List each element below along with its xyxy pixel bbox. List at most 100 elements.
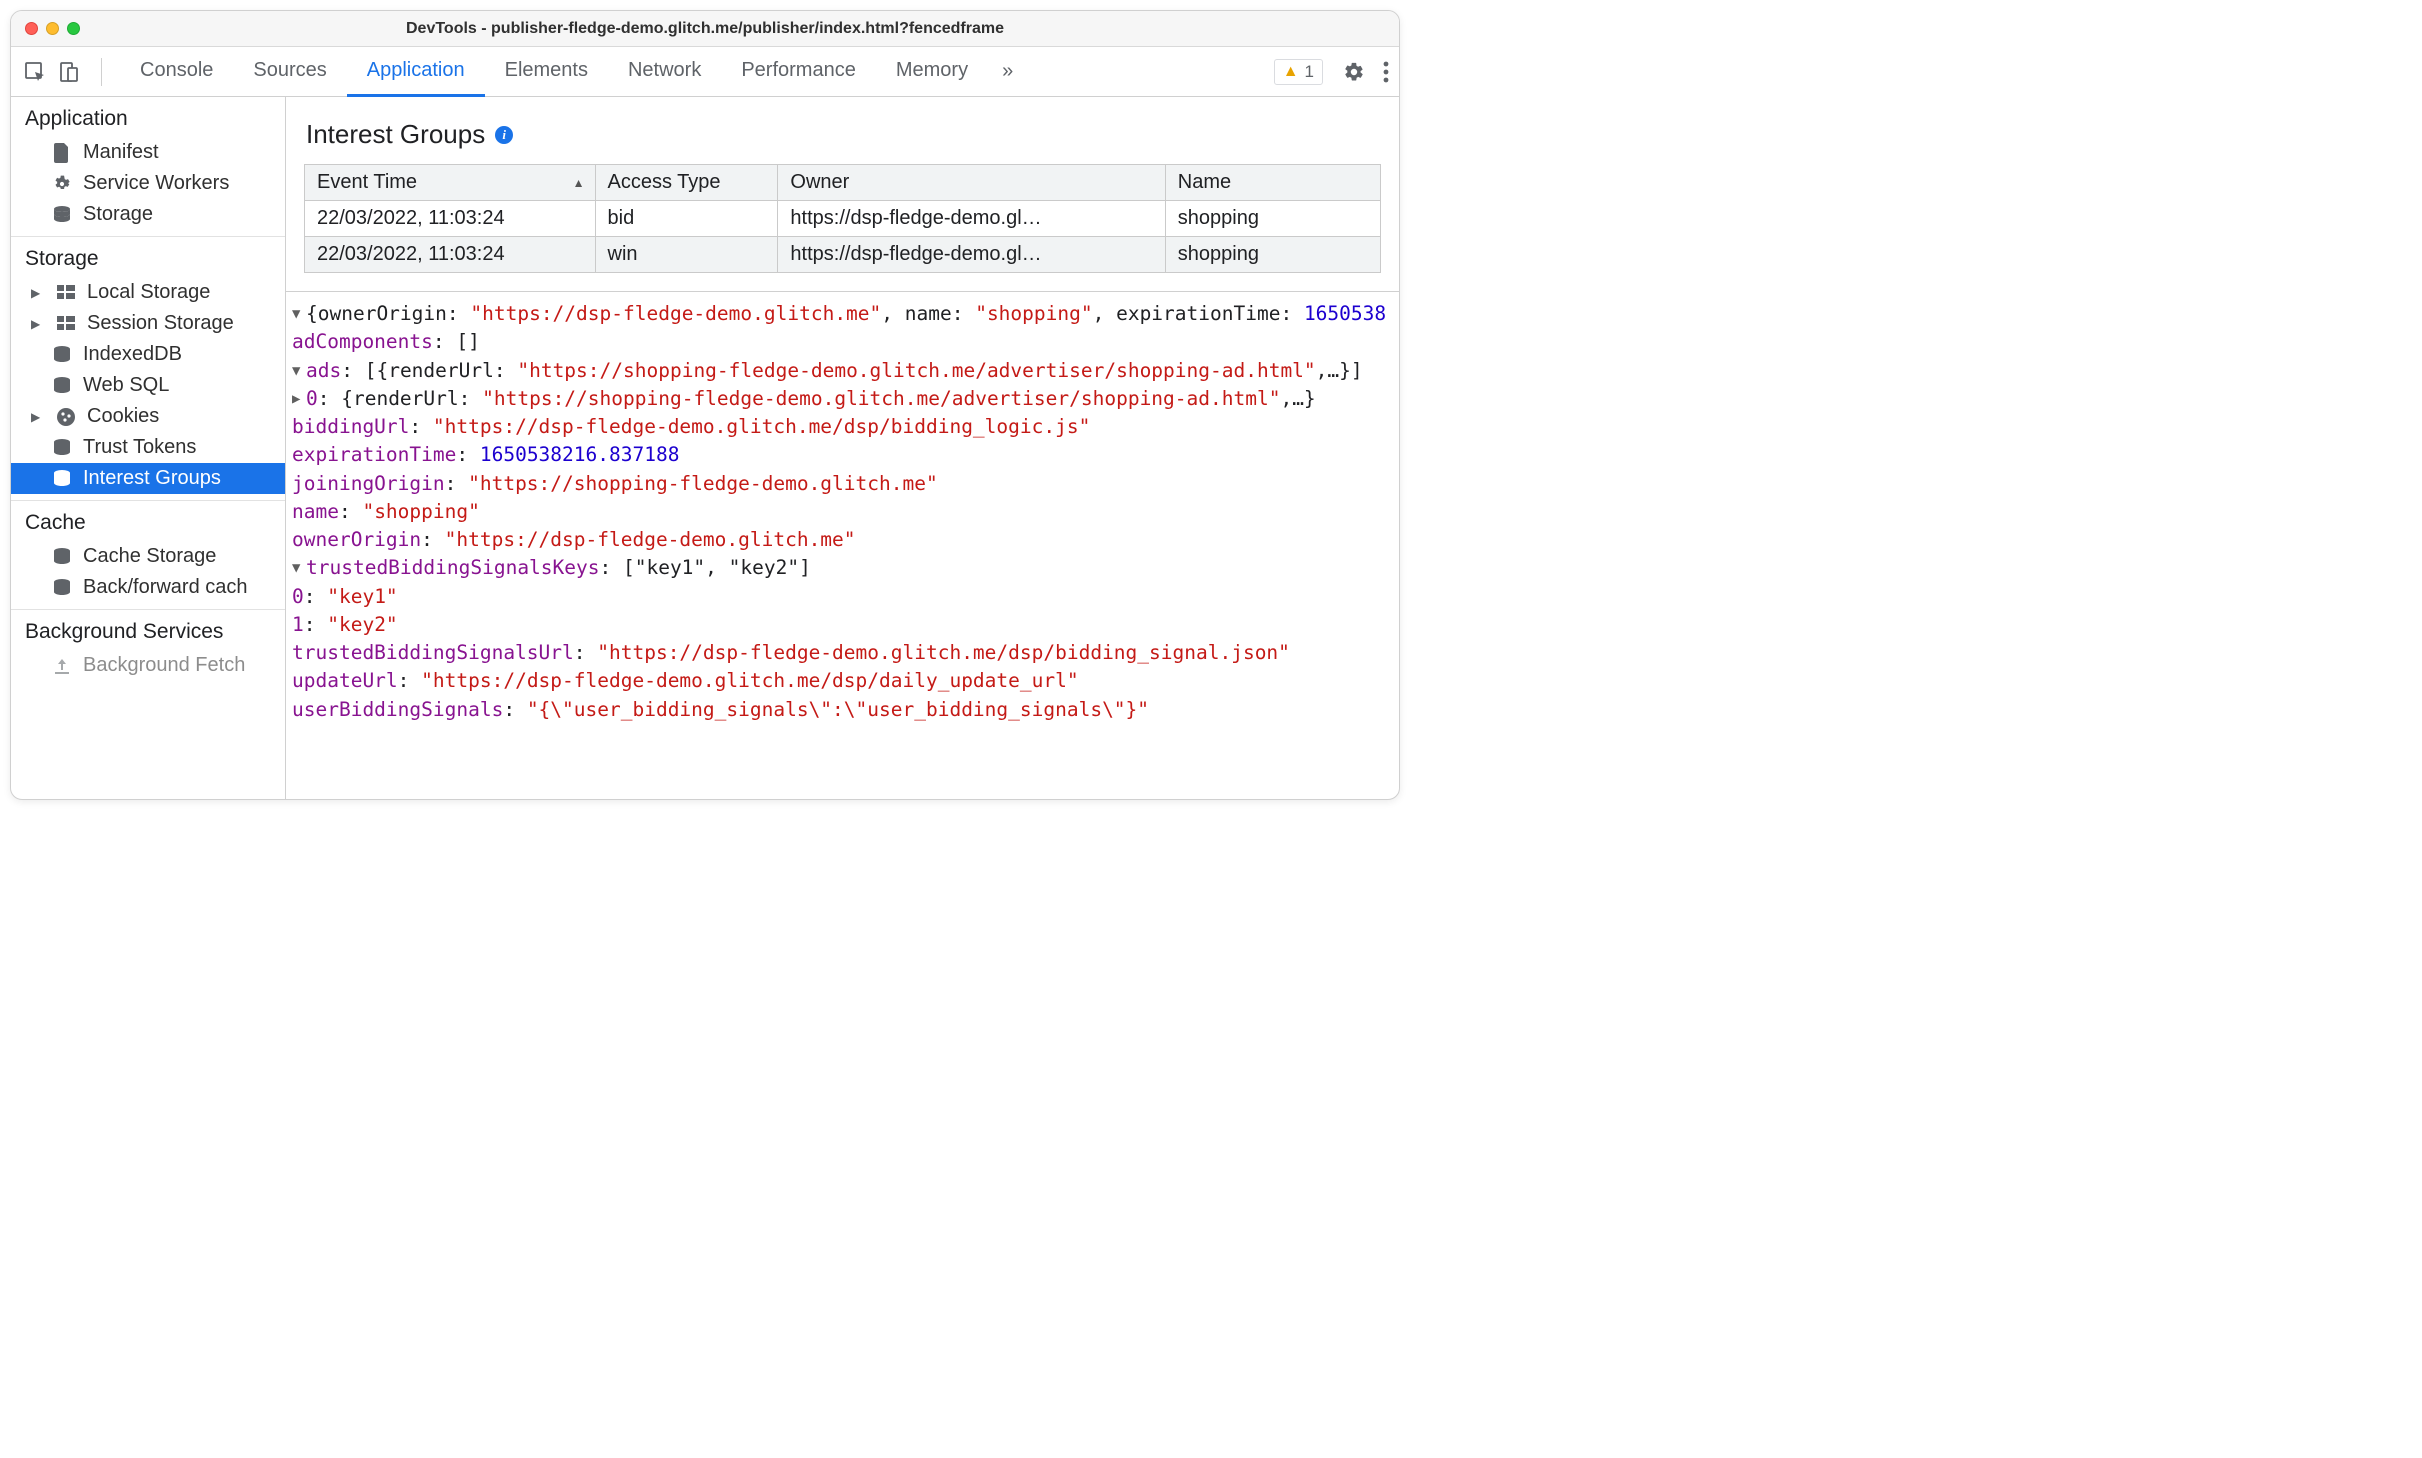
sidebar-item-label: Background Fetch: [83, 654, 245, 677]
titlebar: DevTools - publisher-fledge-demo.glitch.…: [11, 11, 1399, 47]
separator: [101, 58, 102, 86]
sidebar-item-label: Manifest: [83, 141, 159, 164]
cell-owner: https://dsp-fledge-demo.gl…: [778, 237, 1165, 273]
sidebar-item-interest-groups[interactable]: Interest Groups: [11, 463, 285, 494]
application-sidebar: Application Manifest Service Workers Sto…: [11, 97, 286, 799]
interest-groups-table: Event Time▲ Access Type Owner Name 22/03…: [304, 164, 1381, 273]
column-name[interactable]: Name: [1165, 165, 1380, 201]
device-toolbar-icon[interactable]: [55, 58, 83, 86]
database-icon: [51, 468, 73, 490]
sidebar-section-background: Background Services: [11, 610, 285, 650]
table-row[interactable]: 22/03/2022, 11:03:24 win https://dsp-fle…: [305, 237, 1381, 273]
json-key: updateUrl: [292, 669, 398, 692]
info-icon[interactable]: i: [495, 126, 513, 144]
sidebar-section-cache: Cache: [11, 501, 285, 541]
json-key: joiningOrigin: [292, 472, 445, 495]
json-key: ownerOrigin: [292, 528, 421, 551]
json-key: biddingUrl: [292, 415, 409, 438]
warning-count: 1: [1305, 62, 1314, 82]
json-key: userBiddingSignals: [292, 698, 503, 721]
expand-arrow-icon: ▶: [31, 286, 45, 300]
sidebar-item-label: Interest Groups: [83, 467, 221, 490]
disclosure-triangle-icon[interactable]: ▼: [292, 558, 306, 578]
sidebar-item-label: Cookies: [87, 405, 159, 428]
main-panel: Interest Groups i Event Time▲ Access Typ…: [286, 97, 1399, 799]
tabbar: Console Sources Application Elements Net…: [11, 47, 1399, 97]
column-access-type[interactable]: Access Type: [595, 165, 778, 201]
expand-arrow-icon: ▶: [31, 317, 45, 331]
sidebar-item-websql[interactable]: Web SQL: [11, 370, 285, 401]
tab-elements[interactable]: Elements: [485, 47, 608, 97]
tab-network[interactable]: Network: [608, 47, 721, 97]
sidebar-item-label: IndexedDB: [83, 343, 182, 366]
sidebar-item-trust-tokens[interactable]: Trust Tokens: [11, 432, 285, 463]
sidebar-item-label: Storage: [83, 203, 153, 226]
sidebar-item-label: Trust Tokens: [83, 436, 196, 459]
traffic-lights: [25, 22, 80, 35]
sidebar-section-storage: Storage: [11, 237, 285, 277]
sidebar-item-indexeddb[interactable]: IndexedDB: [11, 339, 285, 370]
sidebar-item-cookies[interactable]: ▶ Cookies: [11, 401, 285, 432]
cell-access: bid: [595, 201, 778, 237]
column-owner[interactable]: Owner: [778, 165, 1165, 201]
table-row[interactable]: 22/03/2022, 11:03:24 bid https://dsp-fle…: [305, 201, 1381, 237]
cell-time: 22/03/2022, 11:03:24: [305, 237, 596, 273]
json-key: trustedBiddingSignalsUrl: [292, 641, 574, 664]
disclosure-triangle-icon[interactable]: ▼: [292, 304, 306, 324]
tab-sources[interactable]: Sources: [233, 47, 346, 97]
inspect-element-icon[interactable]: [21, 58, 49, 86]
disclosure-triangle-icon[interactable]: ▶: [292, 389, 306, 409]
panel-heading: Interest Groups i: [286, 97, 1399, 164]
document-icon: [51, 142, 73, 164]
cookie-icon: [55, 406, 77, 428]
close-window-button[interactable]: [25, 22, 38, 35]
maximize-window-button[interactable]: [67, 22, 80, 35]
sidebar-item-storage-overview[interactable]: Storage: [11, 199, 285, 230]
settings-icon[interactable]: [1343, 61, 1365, 83]
sidebar-item-cache-storage[interactable]: Cache Storage: [11, 541, 285, 572]
cell-name: shopping: [1165, 201, 1380, 237]
sort-indicator-icon: ▲: [573, 176, 585, 190]
database-icon: [51, 344, 73, 366]
cell-access: win: [595, 237, 778, 273]
tab-memory[interactable]: Memory: [876, 47, 988, 97]
expand-arrow-icon: ▶: [31, 410, 45, 424]
column-event-time[interactable]: Event Time▲: [305, 165, 596, 201]
grid-icon: [55, 282, 77, 304]
sidebar-item-background-fetch[interactable]: Background Fetch: [11, 650, 285, 681]
database-icon: [51, 437, 73, 459]
content: Application Manifest Service Workers Sto…: [11, 97, 1399, 799]
minimize-window-button[interactable]: [46, 22, 59, 35]
json-key: 1: [292, 613, 304, 636]
disclosure-triangle-icon[interactable]: ▼: [292, 361, 306, 381]
json-key: adComponents: [292, 330, 433, 353]
panel-title: Interest Groups: [306, 119, 485, 150]
json-key: name: [292, 500, 339, 523]
tabs-overflow-button[interactable]: »: [988, 60, 1027, 83]
warning-icon: ▲: [1283, 63, 1299, 81]
sidebar-item-label: Session Storage: [87, 312, 234, 335]
sidebar-item-label: Local Storage: [87, 281, 210, 304]
database-icon: [51, 577, 73, 599]
json-key: ads: [306, 359, 341, 382]
json-key: trustedBiddingSignalsKeys: [306, 556, 600, 579]
upload-icon: [51, 655, 73, 677]
cell-name: shopping: [1165, 237, 1380, 273]
database-icon: [51, 375, 73, 397]
tab-performance[interactable]: Performance: [721, 47, 876, 97]
sidebar-item-service-workers[interactable]: Service Workers: [11, 168, 285, 199]
grid-icon: [55, 313, 77, 335]
sidebar-item-manifest[interactable]: Manifest: [11, 137, 285, 168]
sidebar-item-session-storage[interactable]: ▶ Session Storage: [11, 308, 285, 339]
tab-console[interactable]: Console: [120, 47, 233, 97]
tab-application[interactable]: Application: [347, 47, 485, 97]
devtools-window: DevTools - publisher-fledge-demo.glitch.…: [10, 10, 1400, 800]
cell-time: 22/03/2022, 11:03:24: [305, 201, 596, 237]
sidebar-item-local-storage[interactable]: ▶ Local Storage: [11, 277, 285, 308]
sidebar-section-application: Application: [11, 97, 285, 137]
more-options-icon[interactable]: [1383, 61, 1389, 83]
sidebar-item-bfcache[interactable]: Back/forward cach: [11, 572, 285, 603]
panel-tabs: Console Sources Application Elements Net…: [120, 47, 1027, 97]
detail-json-tree[interactable]: ▼{ownerOrigin: "https://dsp-fledge-demo.…: [286, 291, 1399, 734]
warnings-badge[interactable]: ▲ 1: [1274, 59, 1323, 85]
